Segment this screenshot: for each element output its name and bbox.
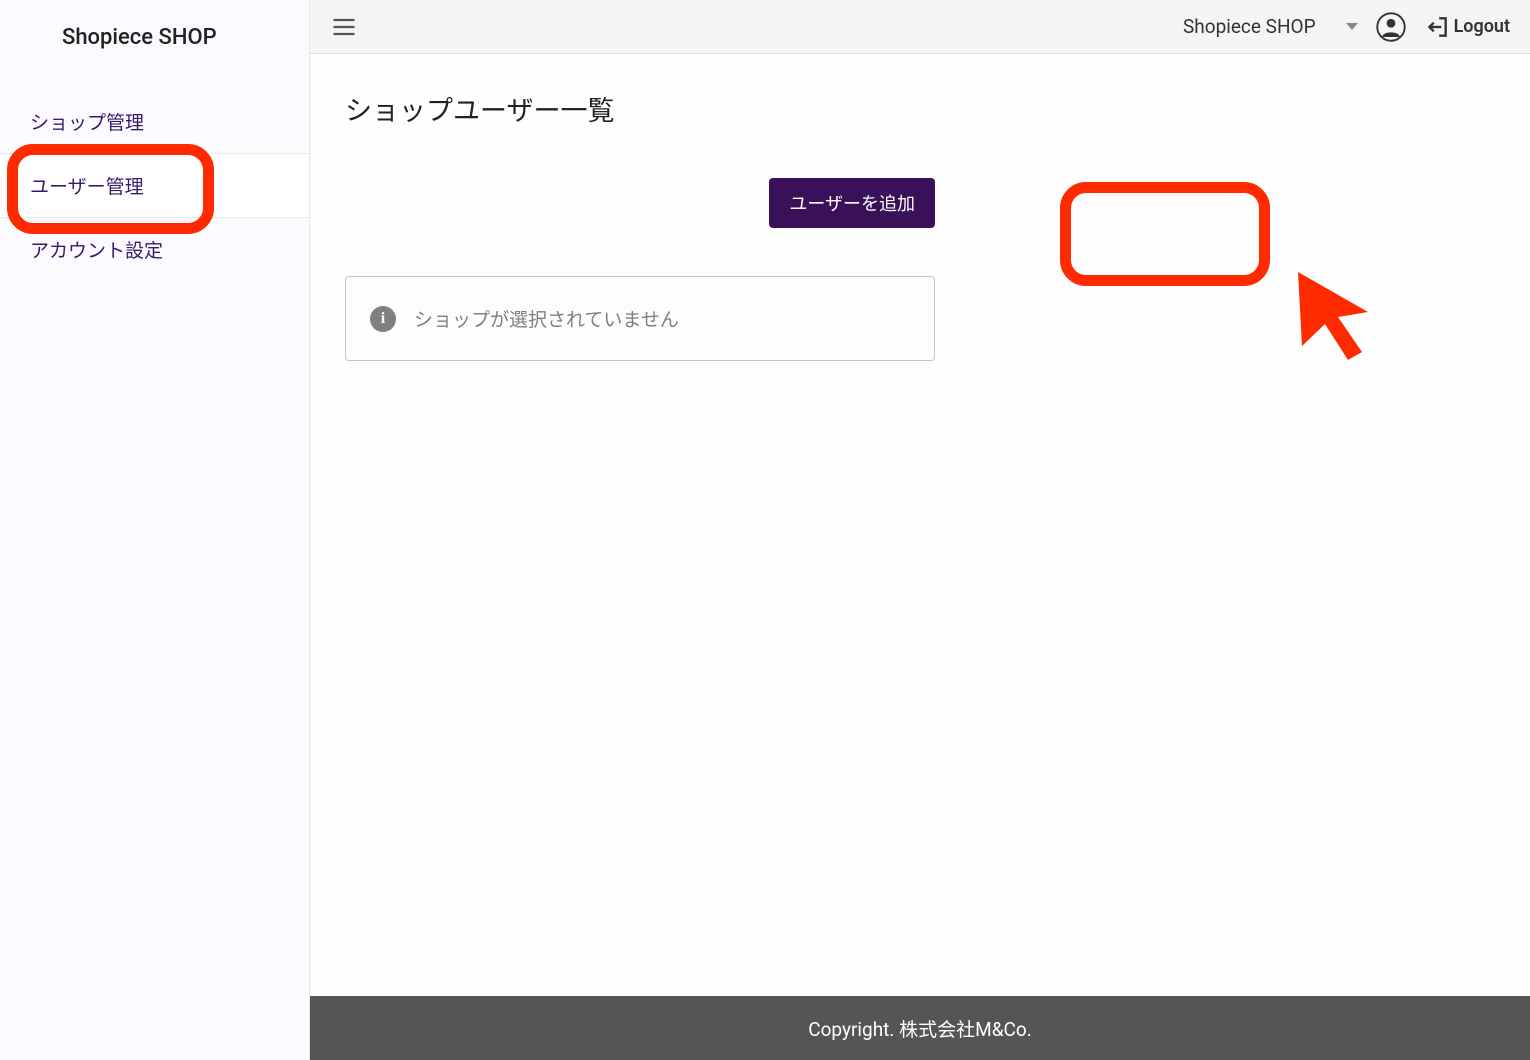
logout-button[interactable]: Logout xyxy=(1424,14,1510,40)
sidebar-item-user-mgmt[interactable]: ユーザー管理 xyxy=(0,153,309,218)
page-title: ショップユーザー一覧 xyxy=(345,89,1495,128)
footer-copyright: Copyright. 株式会社M&Co. xyxy=(808,1015,1032,1042)
hamburger-icon[interactable] xyxy=(330,13,358,41)
topbar-right: Shopiece SHOP Logout xyxy=(1183,12,1510,42)
info-message: ショップが選択されていません xyxy=(414,305,679,332)
annotation-arrow-icon xyxy=(1290,264,1390,364)
annotation-highlight-add-user xyxy=(1060,182,1270,286)
dropdown-icon xyxy=(1346,23,1358,30)
add-user-wrapper: ユーザーを追加 xyxy=(345,178,935,228)
avatar-icon[interactable] xyxy=(1376,12,1406,42)
topbar-left xyxy=(330,13,358,41)
footer: Copyright. 株式会社M&Co. xyxy=(310,996,1530,1060)
info-icon: i xyxy=(370,306,396,332)
main-area: Shopiece SHOP Logout ショップユーザー一覧 ユーザーを追加 xyxy=(310,0,1530,1060)
content: ショップユーザー一覧 ユーザーを追加 i ショップが選択されていません xyxy=(310,54,1530,1060)
sidebar-item-account-settings[interactable]: アカウント設定 xyxy=(0,218,309,281)
logout-icon xyxy=(1424,14,1450,40)
sidebar-nav: ショップ管理 ユーザー管理 アカウント設定 xyxy=(0,90,309,281)
shop-select-label: Shopiece SHOP xyxy=(1183,15,1316,38)
info-card: i ショップが選択されていません xyxy=(345,276,935,361)
sidebar: Shopiece SHOP ショップ管理 ユーザー管理 アカウント設定 xyxy=(0,0,310,1060)
sidebar-brand: Shopiece SHOP xyxy=(0,0,309,90)
topbar: Shopiece SHOP Logout xyxy=(310,0,1530,54)
shop-select-dropdown[interactable]: Shopiece SHOP xyxy=(1183,15,1358,38)
add-user-button[interactable]: ユーザーを追加 xyxy=(769,178,935,228)
sidebar-item-shop-mgmt[interactable]: ショップ管理 xyxy=(0,90,309,153)
logout-label: Logout xyxy=(1454,16,1510,37)
